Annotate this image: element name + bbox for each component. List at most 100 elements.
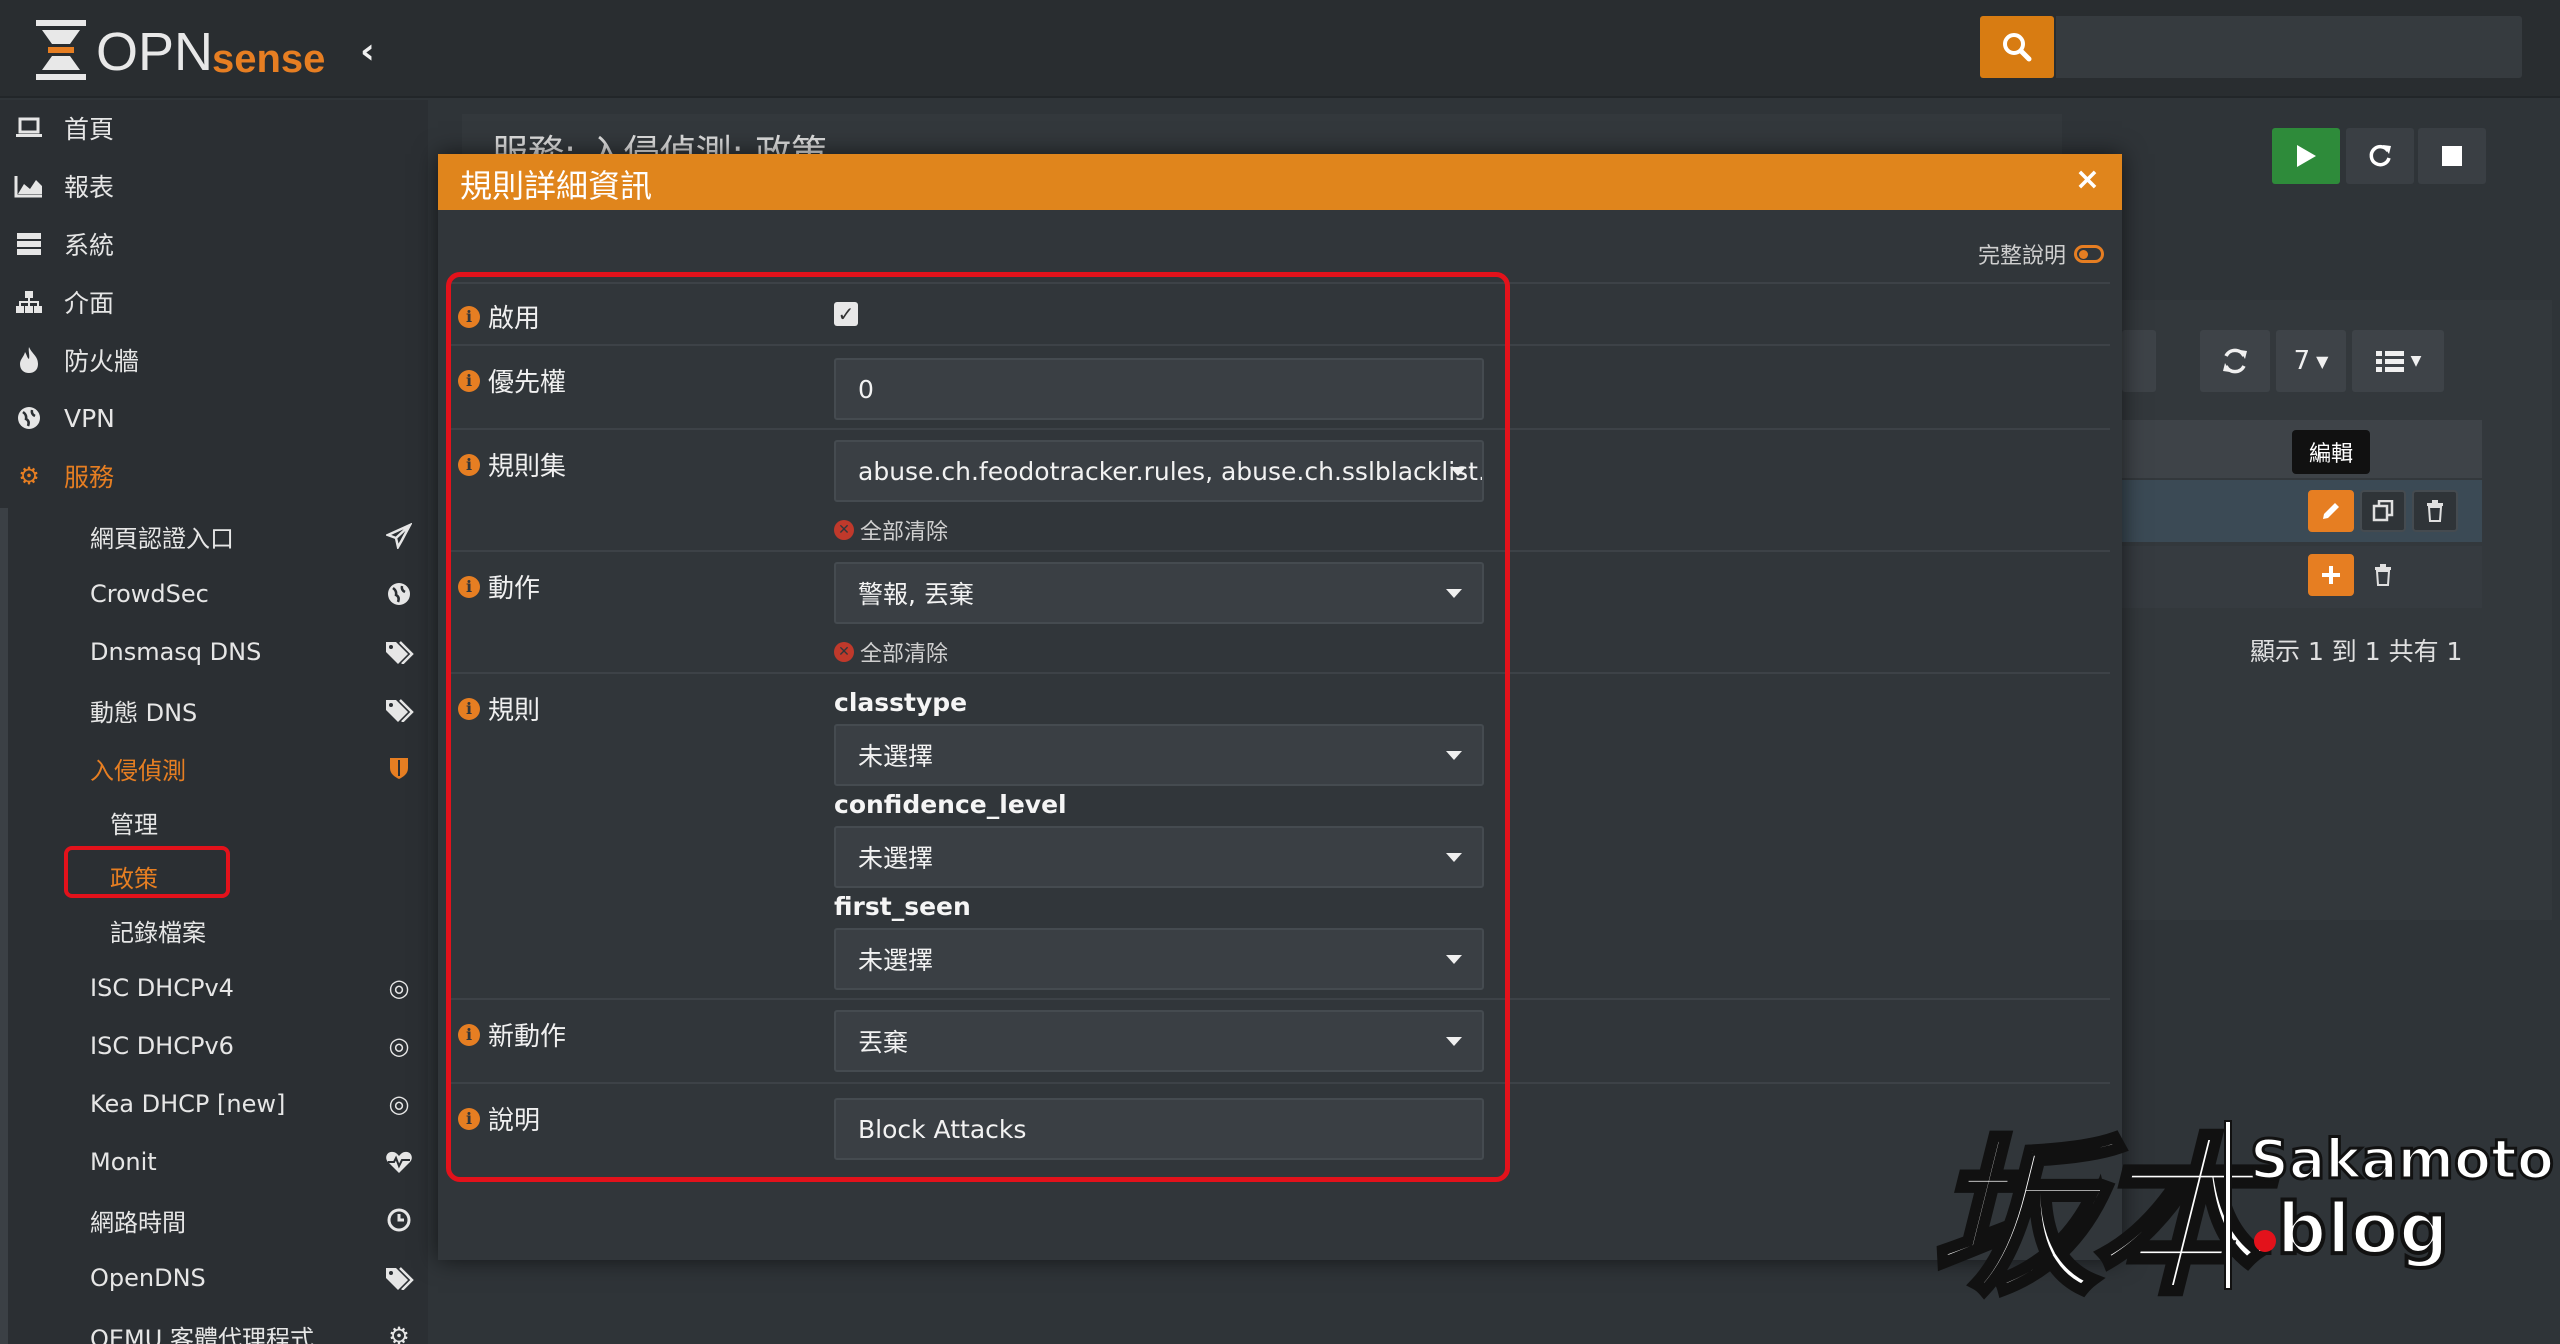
list-icon: [2375, 351, 2404, 372]
watermark-kanji: 坂本: [1927, 1115, 2263, 1321]
search-input[interactable]: [2056, 16, 2522, 78]
sidebar-item-network-time[interactable]: 網路時間: [90, 1192, 420, 1248]
full-help-toggle[interactable]: 完整說明: [1978, 238, 2104, 270]
globe-icon: [14, 403, 44, 433]
stop-icon: [2442, 146, 2462, 166]
sidebar-item-label: 報表: [64, 173, 115, 202]
fire-icon: [14, 345, 44, 375]
sidebar-item-vpn[interactable]: VPN: [0, 390, 428, 446]
form-highlight-box: [446, 272, 1510, 1182]
tags-icon: [384, 637, 414, 667]
sidebar-item-home[interactable]: 首頁: [0, 100, 428, 156]
service-start-button[interactable]: [2272, 128, 2340, 184]
laptop-icon: [14, 113, 44, 143]
delete-button[interactable]: [2412, 490, 2458, 532]
heartbeat-icon: [384, 1147, 414, 1177]
search-button[interactable]: [1980, 16, 2054, 78]
sidebar-item-dnsmasq[interactable]: Dnsmasq DNS: [90, 624, 420, 680]
bullseye-icon: ◎: [388, 1090, 410, 1118]
sidebar-item-reports[interactable]: 報表: [0, 158, 428, 214]
bullseye-icon: ◎: [388, 974, 410, 1002]
sidebar-item-label: 網路時間: [90, 1208, 186, 1237]
services-submenu: 網頁認證入口 CrowdSec Dnsmasq DNS 動態 DNS 入侵偵測: [0, 508, 418, 1344]
page-size-value: 7: [2293, 346, 2311, 376]
chevron-left-icon[interactable]: ‹: [360, 32, 392, 72]
sidebar-item-label: 動態 DNS: [90, 698, 198, 727]
refresh-icon: [2369, 144, 2391, 167]
top-bar: OPN sense ‹: [0, 0, 2560, 98]
delete-selected-button[interactable]: [2360, 554, 2406, 596]
sidebar-item-interfaces[interactable]: 介面: [0, 274, 428, 330]
sidebar-item-monit[interactable]: Monit: [90, 1134, 420, 1190]
sidebar-item-label: QEMU 客體代理程式: [90, 1324, 314, 1344]
sidebar-item-dynamic-dns[interactable]: 動態 DNS: [90, 682, 420, 738]
sidebar-item-label: Dnsmasq DNS: [90, 638, 262, 666]
sidebar-item-label: 網頁認證入口: [90, 524, 234, 553]
policy-highlight-box: [64, 846, 230, 898]
sidebar-item-label: OpenDNS: [90, 1264, 206, 1292]
sidebar-item-captive-portal[interactable]: 網頁認證入口: [90, 508, 420, 564]
caret-down-icon: ▼: [2316, 351, 2329, 371]
sidebar-item-isc-dhcpv4[interactable]: ISC DHCPv4 ◎: [90, 960, 420, 1016]
sidebar-item-intrusion-detection[interactable]: 入侵偵測: [90, 740, 420, 796]
logo-text-sub: sense: [212, 37, 325, 81]
server-icon: [14, 229, 44, 259]
sidebar-item-isc-dhcpv6[interactable]: ISC DHCPv6 ◎: [90, 1018, 420, 1074]
sidebar-item-label: 介面: [64, 289, 115, 318]
service-restart-button[interactable]: [2346, 128, 2414, 184]
logo-text-main: OPN: [96, 22, 213, 82]
sidebar-item-label: ISC DHCPv6: [90, 1032, 234, 1060]
edit-button[interactable]: [2308, 490, 2354, 532]
full-help-label: 完整說明: [1977, 244, 2066, 269]
sidebar-subitem-admin[interactable]: 管理: [110, 796, 410, 848]
refresh-icon: [2223, 348, 2247, 374]
watermark-dot: [2254, 1230, 2276, 1252]
trash-icon: [2375, 564, 2391, 586]
globe-icon: [384, 579, 414, 609]
grid-refresh-button[interactable]: [2200, 330, 2270, 392]
sidebar-item-label: Monit: [90, 1148, 157, 1176]
toggle-off-icon: [2074, 245, 2104, 263]
sidebar-item-services[interactable]: ⚙ 服務: [0, 448, 428, 504]
watermark-divider: [2224, 1120, 2232, 1290]
sidebar-item-firewall[interactable]: 防火牆: [0, 332, 428, 388]
grid-pager-info: 顯示 1 到 1 共有 1: [2250, 637, 2463, 666]
play-icon: [2297, 145, 2316, 167]
grid-columns-dropdown[interactable]: ▼: [2352, 330, 2444, 392]
sidebar-item-label: 防火牆: [64, 347, 140, 376]
shield-icon: [384, 753, 414, 783]
sidebar-item-label: 記錄檔案: [110, 918, 206, 947]
search-icon: [2003, 33, 2032, 62]
copy-button[interactable]: [2360, 490, 2406, 532]
paper-plane-icon: [384, 521, 414, 551]
sidebar-item-label: ISC DHCPv4: [90, 974, 234, 1002]
dialog-header: 規則詳細資訊 ×: [438, 154, 2122, 210]
sidebar-subitem-log-file[interactable]: 記錄檔案: [110, 904, 410, 956]
sidebar-item-system[interactable]: 系統: [0, 216, 428, 272]
edit-tooltip: 編輯: [2292, 430, 2370, 474]
sidebar-item-label: VPN: [64, 403, 115, 433]
grid-page-size-dropdown[interactable]: 7 ▼: [2276, 330, 2346, 392]
area-chart-icon: [14, 171, 44, 201]
service-stop-button[interactable]: [2418, 128, 2486, 184]
clock-icon: [384, 1205, 414, 1235]
sidebar-item-crowdsec[interactable]: CrowdSec: [90, 566, 420, 622]
close-icon[interactable]: ×: [2075, 162, 2100, 197]
add-button[interactable]: [2308, 554, 2354, 596]
sidebar-item-label: 服務: [64, 463, 115, 492]
sidebar-item-opendns[interactable]: OpenDNS: [90, 1250, 420, 1306]
sidebar-item-label: 首頁: [64, 115, 115, 144]
opnsense-logo[interactable]: OPN sense: [32, 14, 332, 86]
plus-icon: [2322, 566, 2340, 584]
tags-icon: [384, 1263, 414, 1293]
sidebar-item-label: 系統: [64, 231, 115, 260]
sidebar-item-kea-dhcp[interactable]: Kea DHCP [new] ◎: [90, 1076, 420, 1132]
watermark-blog: .blog: [2248, 1186, 2451, 1272]
table-row-add: [2122, 546, 2482, 608]
sidebar: 首頁 報表 系統 介面 防火牆 VPN ⚙ 服務 網頁認證入口 CrowdSec…: [0, 100, 428, 1344]
trash-icon: [2427, 500, 2443, 522]
sidebar-item-qemu-agent[interactable]: QEMU 客體代理程式 ⚙: [90, 1308, 420, 1344]
cog-icon: ⚙: [388, 1322, 410, 1344]
bullseye-icon: ◎: [388, 1032, 410, 1060]
watermark-site: Sakamoto: [2249, 1127, 2556, 1193]
